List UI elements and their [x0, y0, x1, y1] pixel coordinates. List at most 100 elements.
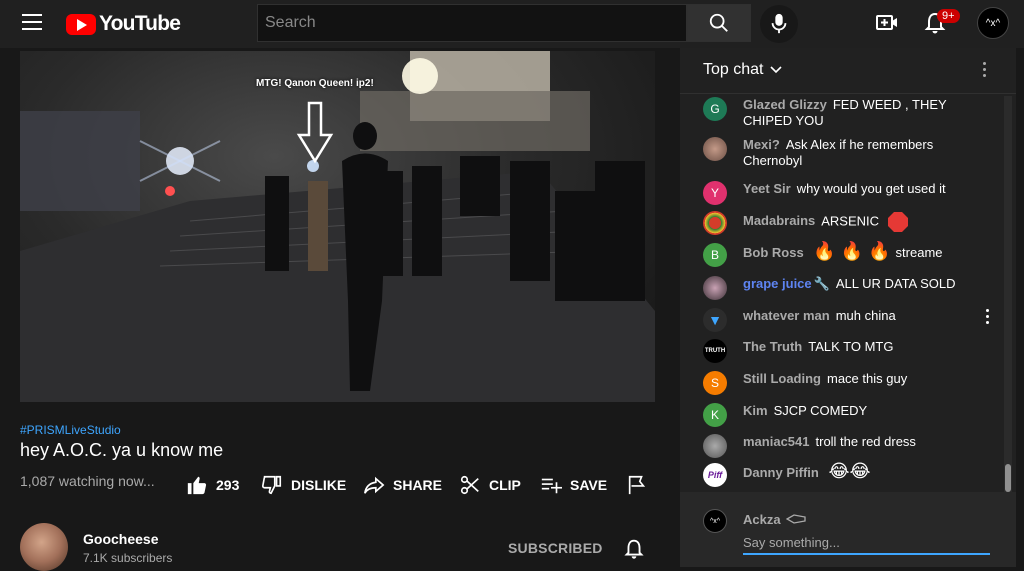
chat-message-input[interactable] [743, 532, 990, 555]
watching-count: 1,087 watching now... [20, 473, 155, 489]
playlist-add-icon [541, 478, 562, 494]
chat-avatar[interactable] [703, 137, 727, 161]
chat-avatar[interactable] [703, 211, 727, 235]
chat-mode-label: Top chat [703, 61, 764, 78]
video-frame [20, 51, 655, 402]
chat-message: K Kim SJCP COMEDY [703, 403, 983, 427]
chat-author[interactable]: whatever man [743, 308, 830, 323]
chat-author[interactable]: Madabrains [743, 213, 815, 228]
chat-avatar[interactable]: Y [703, 181, 727, 205]
thumbs-up-icon [187, 476, 207, 495]
scissors-icon [460, 475, 479, 495]
chat-avatar[interactable]: Piff [703, 463, 727, 487]
dislike-label: DISLIKE [291, 477, 347, 493]
chat-message: grape juice 🔧 ALL UR DATA SOLD [703, 276, 983, 300]
notification-badge: 9+ [937, 9, 960, 23]
chat-avatar[interactable]: G [703, 97, 727, 121]
chat-text: ARSENIC [821, 213, 880, 229]
chat-avatar[interactable]: ▼ [703, 308, 727, 332]
menu-icon[interactable] [22, 14, 42, 30]
video-overlay-caption: MTG! Qanon Queen! ip2! [256, 78, 374, 89]
chat-message: S Still Loading mace this guy [703, 371, 983, 395]
wrench-icon: 🔧 [813, 276, 830, 291]
chat-author[interactable]: Bob Ross [743, 245, 804, 260]
subscriber-count: 7.1K subscribers [83, 551, 173, 565]
save-button[interactable]: SAVE [540, 473, 607, 497]
share-button[interactable]: SHARE [363, 473, 442, 497]
chat-text: ALL UR DATA SOLD [835, 276, 956, 291]
chat-message: Piff Danny Piffin 😂😂 [703, 461, 983, 487]
chat-message: G Glazed Glizzy FED WEED , THEY CHIPED YO… [703, 97, 983, 129]
microphone-icon [771, 13, 787, 34]
chat-author[interactable]: Yeet Sir [743, 181, 791, 196]
voice-search-button[interactable] [760, 5, 798, 43]
save-label: SAVE [570, 477, 608, 493]
message-more-icon[interactable] [986, 309, 992, 327]
laughing-emoji-icon: 😂😂 [828, 461, 871, 481]
search-input[interactable] [257, 4, 687, 42]
chat-avatar[interactable]: S [703, 371, 727, 395]
chat-avatar[interactable]: B [703, 243, 727, 267]
my-name: Ackza [743, 512, 806, 527]
chat-author[interactable]: Mexi? [743, 137, 780, 152]
search-icon [709, 13, 728, 32]
chat-author-moderator[interactable]: grape juice [743, 276, 812, 291]
like-button[interactable]: 293 [186, 473, 239, 497]
chat-message: Y Yeet Sir why would you get used it [703, 181, 983, 205]
thumbs-down-icon [261, 475, 282, 495]
chat-text: streame [895, 245, 943, 260]
chat-avatar[interactable] [703, 276, 727, 300]
video-title: hey A.O.C. ya u know me [20, 440, 224, 460]
chevron-down-icon [770, 66, 783, 74]
chat-text: troll the red dress [815, 434, 916, 449]
chat-message: B Bob Ross 🔥 🔥 🔥 streame [703, 241, 983, 267]
chat-author[interactable]: Danny Piffin [743, 465, 819, 480]
member-badge-icon [785, 514, 806, 524]
chat-input-area [680, 492, 1016, 567]
chat-scrollbar-track[interactable] [1004, 96, 1012, 492]
chat-text: TALK TO MTG [808, 339, 894, 354]
clip-button[interactable]: CLIP [459, 473, 521, 497]
bell-icon[interactable] [622, 537, 646, 561]
chat-message: TRUTH The Truth TALK TO MTG [703, 339, 983, 363]
subscribed-button[interactable]: SUBSCRIBED [508, 540, 603, 556]
account-avatar[interactable]: ^x^ [977, 7, 1009, 39]
clip-label: CLIP [489, 477, 521, 493]
flag-icon[interactable] [626, 474, 648, 496]
chat-avatar[interactable] [703, 434, 727, 458]
dislike-button[interactable]: DISLIKE [261, 473, 346, 497]
share-label: SHARE [393, 477, 443, 493]
fire-emoji-icon: 🔥 🔥 🔥 [813, 241, 896, 261]
chat-avatar[interactable]: TRUTH [703, 339, 727, 363]
chat-avatar[interactable]: K [703, 403, 727, 427]
chat-message: Mexi? Ask Alex if he remembers Chernobyl [703, 137, 983, 169]
video-player[interactable] [20, 51, 655, 402]
chat-text: why would you get used it [796, 181, 946, 196]
chat-text: SJCP COMEDY [773, 403, 868, 418]
chat-message: maniac541 troll the red dress [703, 434, 983, 458]
chat-author[interactable]: The Truth [743, 339, 802, 354]
chat-scrollbar-thumb[interactable] [1005, 464, 1011, 492]
video-hashtag[interactable]: #PRISMLiveStudio [20, 423, 121, 437]
stop-sign-emoji-icon [887, 212, 908, 232]
chat-message: Madabrains ARSENIC [703, 211, 983, 235]
chat-author[interactable]: Glazed Glizzy [743, 97, 827, 112]
create-video-icon[interactable] [874, 10, 900, 36]
chat-text: muh china [835, 308, 896, 323]
chat-author[interactable]: Still Loading [743, 371, 821, 386]
like-count: 293 [216, 477, 240, 493]
chat-author[interactable]: maniac541 [743, 434, 810, 449]
channel-avatar[interactable] [20, 523, 68, 571]
my-avatar: ^x^ [703, 509, 727, 533]
chat-mode-dropdown[interactable]: Top chat [703, 61, 784, 79]
logo-text: YouTube [99, 12, 181, 35]
search-button[interactable] [687, 4, 751, 42]
channel-name[interactable]: Goocheese [83, 531, 158, 547]
chat-more-icon[interactable] [983, 62, 989, 80]
chat-message: ▼ whatever man muh china [703, 308, 983, 332]
share-icon [364, 476, 385, 494]
youtube-play-icon [66, 13, 96, 35]
chat-text: mace this guy [827, 371, 908, 386]
chat-author[interactable]: Kim [743, 403, 768, 418]
youtube-logo[interactable]: YouTube [66, 12, 181, 36]
